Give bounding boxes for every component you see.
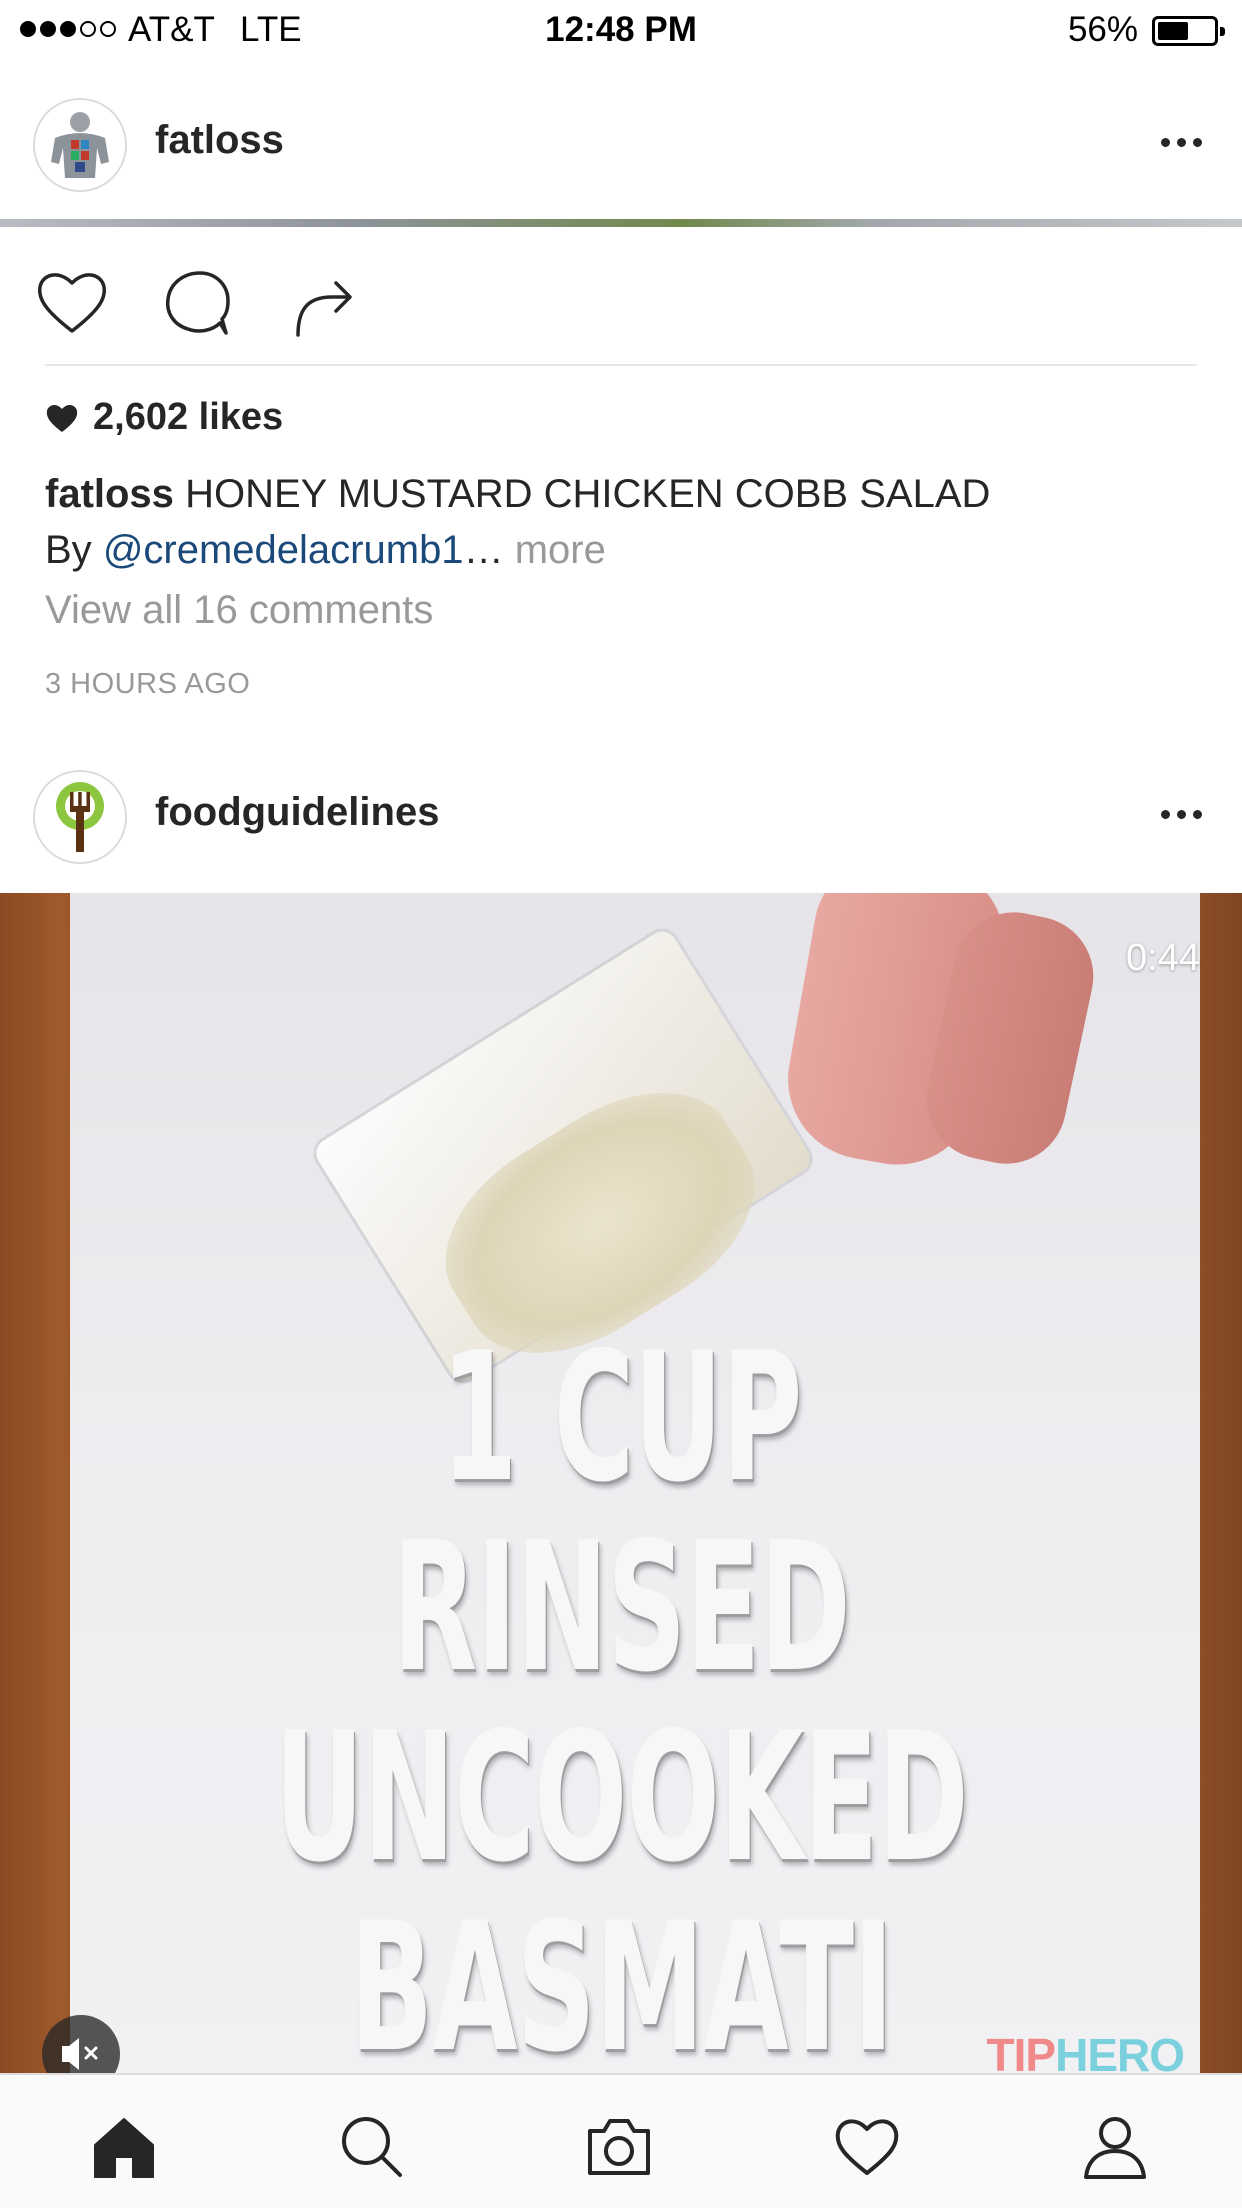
more-options-icon[interactable] xyxy=(1161,138,1202,147)
muscle-anatomy-avatar-icon xyxy=(35,100,125,190)
divider xyxy=(45,364,1197,366)
likes-row[interactable]: 2,602 likes xyxy=(45,396,283,439)
video-duration: 0:44 xyxy=(1126,937,1200,979)
tiphero-watermark: TIPHERO xyxy=(986,2029,1185,2073)
share-icon[interactable] xyxy=(284,263,364,343)
more-options-icon[interactable] xyxy=(1161,810,1202,819)
overlay-line-3: BASMATI RICE xyxy=(349,1884,894,2074)
post-caption: fatloss HONEY MUSTARD CHICKEN COBB SALAD… xyxy=(45,466,1205,578)
post-video[interactable]: 0:44 1 CUP RINSED UNCOOKED BASMATI RICE … xyxy=(0,893,1242,2073)
bottom-tab-bar xyxy=(0,2073,1242,2208)
activity-heart-icon[interactable] xyxy=(832,2111,902,2181)
post-username[interactable]: foodguidelines xyxy=(155,790,439,835)
video-overlay-text: 1 CUP RINSED UNCOOKED BASMATI RICE xyxy=(236,1314,1006,2074)
caption-mention[interactable]: @cremedelacrumb1 xyxy=(103,528,464,572)
overlay-line-2: UNCOOKED xyxy=(274,1694,968,1901)
post-actions xyxy=(0,227,1242,367)
heart-icon[interactable] xyxy=(32,263,112,343)
post-username[interactable]: fatloss xyxy=(155,118,284,163)
camera-icon[interactable] xyxy=(584,2111,654,2181)
profile-icon[interactable] xyxy=(1080,2111,1150,2181)
battery-percent: 56% xyxy=(1067,10,1138,49)
battery-icon xyxy=(1152,16,1225,46)
caption-more-link[interactable]: more xyxy=(515,528,606,572)
status-bar: AT&T LTE 12:48 PM 56% xyxy=(0,0,1242,62)
overlay-line-1: 1 CUP RINSED xyxy=(392,1314,851,1711)
post-header-foodguidelines: foodguidelines xyxy=(0,748,1242,878)
avatar[interactable] xyxy=(33,98,127,192)
caption-ellipsis: … xyxy=(463,528,504,572)
comment-icon[interactable] xyxy=(158,263,238,343)
post-image-bottom-edge xyxy=(0,219,1242,227)
post-header-fatloss: fatloss xyxy=(0,76,1242,206)
search-icon[interactable] xyxy=(336,2111,406,2181)
caption-by: By xyxy=(45,528,92,572)
view-comments-link[interactable]: View all 16 comments xyxy=(45,588,433,633)
caption-title: HONEY MUSTARD CHICKEN COBB SALAD xyxy=(185,472,991,516)
filled-heart-icon xyxy=(46,404,78,432)
home-icon[interactable] xyxy=(89,2111,159,2181)
likes-count: 2,602 likes xyxy=(93,396,284,438)
status-time: 12:48 PM xyxy=(545,10,697,49)
avatar[interactable] xyxy=(33,770,127,864)
post-timestamp: 3 HOURS AGO xyxy=(45,668,251,700)
caption-username[interactable]: fatloss xyxy=(45,472,174,516)
tree-fork-avatar-icon xyxy=(35,772,125,862)
muted-speaker-icon xyxy=(62,2038,98,2070)
mute-button[interactable] xyxy=(42,2015,120,2073)
